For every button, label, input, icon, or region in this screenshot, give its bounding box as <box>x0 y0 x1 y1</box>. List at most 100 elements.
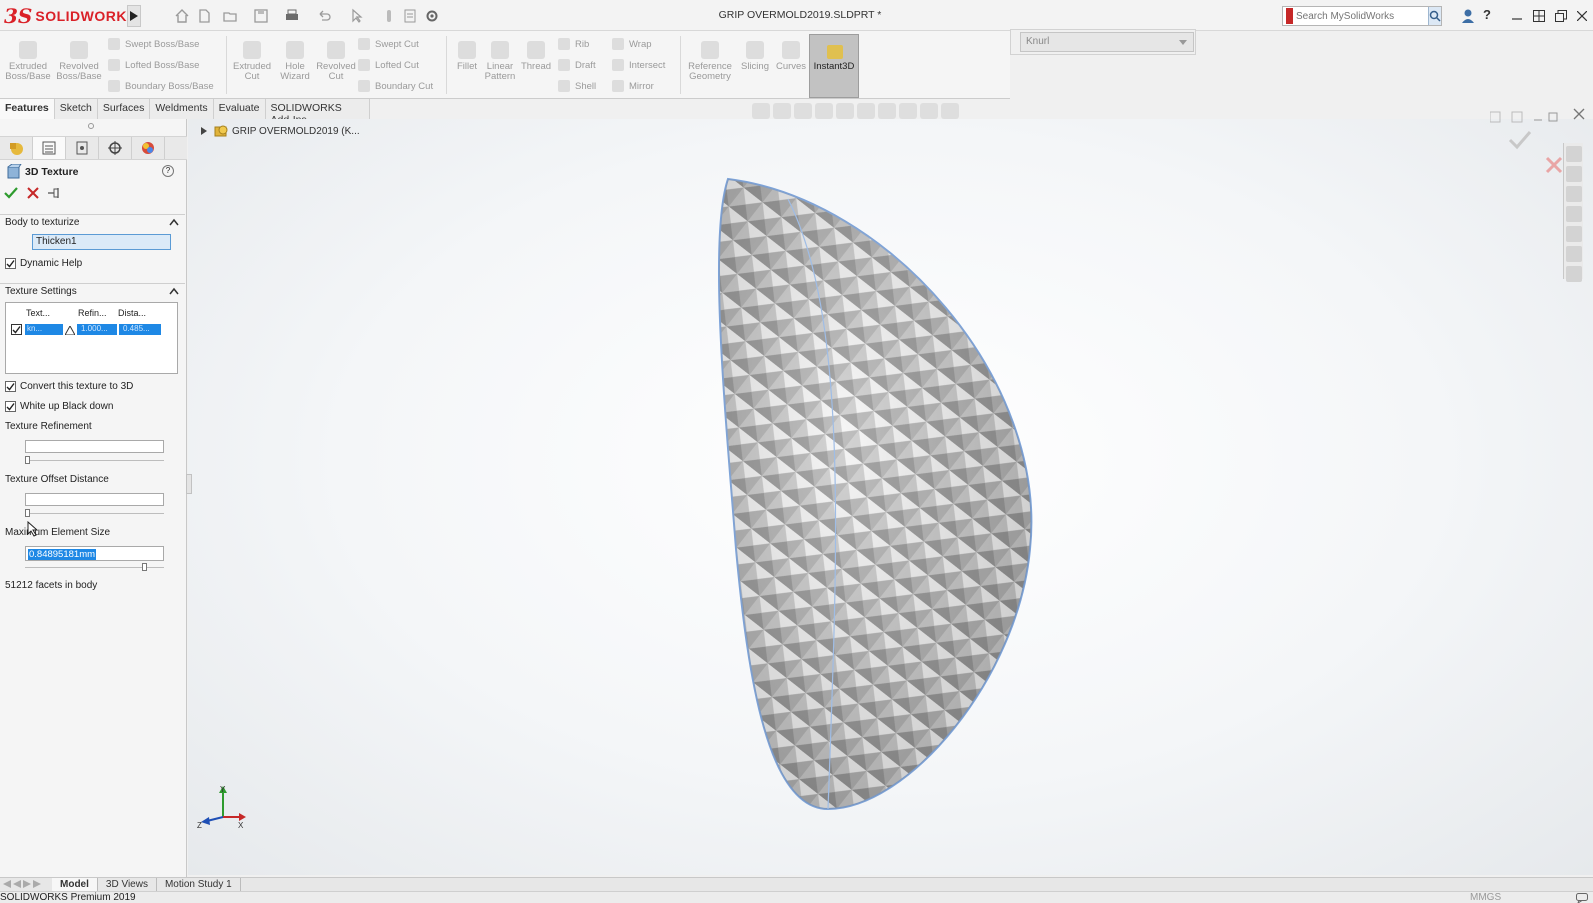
message-icon[interactable] <box>1576 893 1588 903</box>
open-folder-icon[interactable] <box>222 8 238 24</box>
extruded-boss-button[interactable]: Extruded Boss/Base <box>5 41 51 82</box>
feature-tree-root[interactable]: GRIP OVERMOLD2019 (K... <box>200 122 360 140</box>
hole-wizard-button[interactable]: Hole Wizard <box>272 41 318 82</box>
appearances-icon[interactable] <box>1566 226 1582 242</box>
tile-windows-icon[interactable] <box>1530 7 1548 25</box>
panel-collapse-handle[interactable] <box>186 474 192 494</box>
tab-propertymanager[interactable] <box>33 137 66 159</box>
cancel-button[interactable] <box>27 187 39 199</box>
body-section-header[interactable]: Body to texturize <box>0 214 185 230</box>
previous-tab-arrow-icon[interactable] <box>13 880 21 888</box>
tab-motion-study-1[interactable]: Motion Study 1 <box>157 878 241 891</box>
texture-settings-header[interactable]: Texture Settings <box>0 283 185 299</box>
texture-refinement-track[interactable] <box>25 460 164 461</box>
pushpin-icon[interactable] <box>48 187 60 199</box>
graphics-area[interactable] <box>188 119 1593 875</box>
collapse-caret-icon[interactable] <box>169 218 179 226</box>
save-icon[interactable] <box>253 8 269 24</box>
body-selection-box[interactable]: Thicken1 <box>32 234 171 250</box>
search-mysolidworks[interactable] <box>1282 6 1442 26</box>
new-document-icon[interactable] <box>196 8 212 24</box>
tab-featuremanager[interactable] <box>0 137 33 159</box>
tab-sketch[interactable]: Sketch <box>54 99 98 119</box>
shell-button[interactable]: Shell <box>558 78 608 94</box>
texture-refinement-slider-thumb[interactable] <box>25 456 30 464</box>
max-element-size-slider-thumb[interactable] <box>142 563 148 571</box>
first-tab-arrow-icon[interactable] <box>3 880 11 888</box>
minimize-icon[interactable] <box>1508 7 1526 25</box>
column-header-refinement[interactable]: Refin... <box>78 308 107 318</box>
file-explorer-icon[interactable] <box>1566 186 1582 202</box>
rib-button[interactable]: Rib <box>558 36 608 52</box>
tab-dimxpertmanager[interactable] <box>99 137 132 159</box>
tab-surfaces[interactable]: Surfaces <box>97 99 151 119</box>
texture-offset-slider-thumb[interactable] <box>25 509 30 517</box>
curves-button[interactable]: Curves <box>770 41 812 72</box>
previous-view-icon[interactable] <box>794 103 812 119</box>
boundary-boss-button[interactable]: Boundary Boss/Base <box>108 78 220 94</box>
user-icon[interactable] <box>1461 8 1475 24</box>
tab-weldments[interactable]: Weldments <box>150 99 214 119</box>
panel-splitter-handle[interactable] <box>88 123 94 129</box>
tab-displaymanager[interactable] <box>132 137 165 159</box>
intersect-button[interactable]: Intersect <box>612 57 674 73</box>
section-view-icon[interactable] <box>815 103 833 119</box>
tab-model[interactable]: Model <box>52 878 98 891</box>
solidworks-resources-icon[interactable] <box>1566 146 1582 162</box>
draft-button[interactable]: Draft <box>558 57 608 73</box>
revolved-boss-button[interactable]: Revolved Boss/Base <box>56 41 102 82</box>
design-library-icon[interactable] <box>1566 166 1582 182</box>
tab-configurationmanager[interactable] <box>66 137 99 159</box>
options-gear-icon[interactable] <box>424 8 440 24</box>
wrap-button[interactable]: Wrap <box>612 36 674 52</box>
menu-expand-arrow-icon[interactable] <box>127 5 141 27</box>
apply-scene-icon[interactable] <box>920 103 938 119</box>
boundary-cut-button[interactable]: Boundary Cut <box>358 78 440 94</box>
search-input[interactable] <box>1296 10 1428 22</box>
zoom-to-area-icon[interactable] <box>773 103 791 119</box>
tab-scroll-arrows[interactable] <box>0 878 52 890</box>
extruded-cut-button[interactable]: Extruded Cut <box>229 41 275 82</box>
view-orientation-icon[interactable] <box>836 103 854 119</box>
column-header-distance[interactable]: Dista... <box>118 308 146 318</box>
collapse-caret-icon[interactable] <box>169 287 179 295</box>
tab-evaluate[interactable]: Evaluate <box>213 99 266 119</box>
texture-refinement-input[interactable] <box>25 440 164 453</box>
view-palette-icon[interactable] <box>1566 206 1582 222</box>
lofted-cut-button[interactable]: Lofted Cut <box>358 57 440 73</box>
close-icon[interactable] <box>1573 7 1591 25</box>
cell-texture[interactable]: kn... <box>25 324 63 335</box>
tab-3d-views[interactable]: 3D Views <box>98 878 157 891</box>
texture-settings-table[interactable]: Text... Refin... Dista... kn... 1.000...… <box>5 302 178 374</box>
thread-button[interactable]: Thread <box>516 41 556 72</box>
texture-dropdown[interactable]: Knurl <box>1020 32 1194 52</box>
expand-arrow-icon[interactable] <box>200 127 208 135</box>
restore-viewport-icon[interactable] <box>1548 112 1558 122</box>
select-pointer-icon[interactable] <box>349 8 365 24</box>
expand-icon[interactable] <box>1511 111 1523 123</box>
unit-system[interactable]: MMGS <box>1470 892 1501 903</box>
hide-show-items-icon[interactable] <box>878 103 896 119</box>
convert-to-3d-checkbox[interactable]: Convert this texture to 3D <box>5 381 133 392</box>
custom-properties-icon[interactable] <box>1566 246 1582 262</box>
close-viewport-icon[interactable] <box>1573 108 1585 120</box>
last-tab-arrow-icon[interactable] <box>33 880 41 888</box>
confirm-corner-cancel-icon[interactable] <box>1545 156 1563 174</box>
print-icon[interactable] <box>284 8 300 24</box>
max-element-size-field[interactable]: 0.84895181mm <box>25 546 164 561</box>
column-header-texture[interactable]: Text... <box>26 308 50 318</box>
max-element-size-value[interactable]: 0.84895181mm <box>28 549 97 560</box>
help-icon[interactable]: ? <box>1483 7 1491 22</box>
lofted-boss-button[interactable]: Lofted Boss/Base <box>108 57 220 73</box>
cell-distance[interactable]: 0.485... <box>119 324 161 335</box>
table-row[interactable]: kn... 1.000... 0.485... <box>11 324 174 335</box>
tab-features[interactable]: Features <box>0 99 55 119</box>
texture-offset-track[interactable] <box>25 513 164 514</box>
edit-appearance-icon[interactable] <box>899 103 917 119</box>
help-button[interactable]: ? <box>162 165 174 177</box>
search-icon[interactable] <box>1428 7 1441 25</box>
restore-icon[interactable] <box>1552 7 1570 25</box>
display-style-icon[interactable] <box>857 103 875 119</box>
mirror-button[interactable]: Mirror <box>612 78 674 94</box>
row-checkbox-checked-icon[interactable] <box>11 324 22 335</box>
